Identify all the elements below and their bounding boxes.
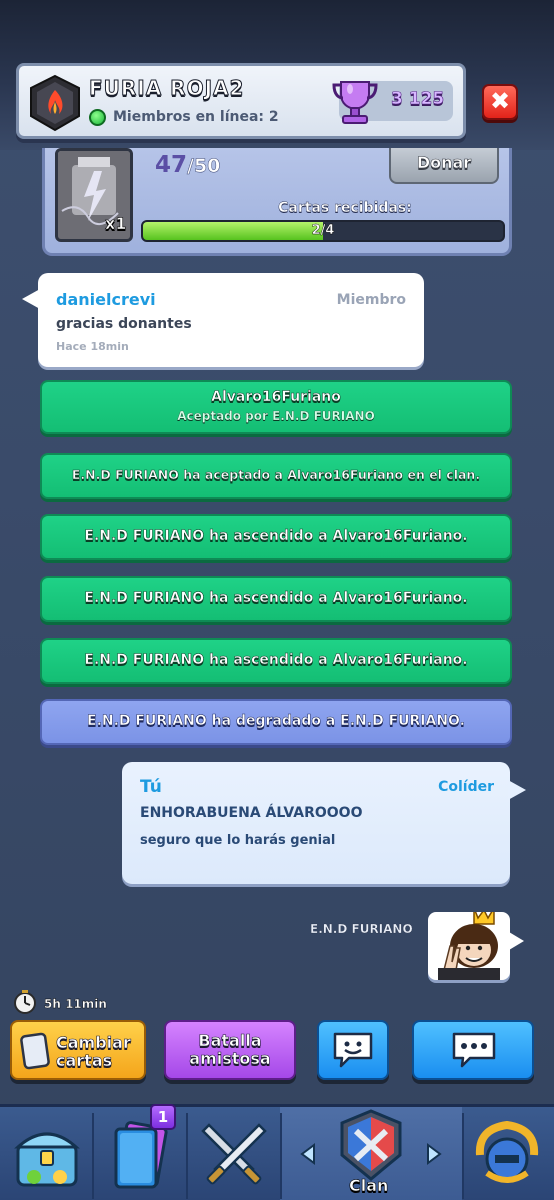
event-text: Alvaro16Furiano <box>211 389 341 406</box>
close-icon: ✖ <box>489 87 511 115</box>
event-banner: E.N.D FURIANO ha ascendido a Alvaro16Fur… <box>40 638 512 684</box>
event-banner: E.N.D FURIANO ha ascendido a Alvaro16Fur… <box>40 514 512 560</box>
progress-text: 2/4 <box>311 223 335 238</box>
king-peace-emote-icon <box>438 905 500 980</box>
event-banner: E.N.D FURIANO ha ascendido a Alvaro16Fur… <box>40 576 512 622</box>
emote-sender[interactable]: E.N.D FURIANO <box>310 922 413 936</box>
message-text-line-2: seguro que lo harás genial <box>140 833 336 848</box>
event-text: E.N.D FURIANO ha ascendido a Alvaro16Fur… <box>84 652 468 669</box>
crossed-swords-icon <box>201 1123 267 1185</box>
donation-request-card: x1 47/50 Donar Cartas recibidas: 2/4 <box>42 148 512 256</box>
friendly-battle-label-1: Batalla <box>198 1031 262 1050</box>
nav-tab-events[interactable] <box>464 1107 554 1200</box>
clan-shield-icon <box>340 1109 402 1181</box>
cards-notification-badge: 1 <box>150 1104 176 1130</box>
event-text: E.N.D FURIANO ha ascendido a Alvaro16Fur… <box>84 528 468 545</box>
donate-button[interactable]: Donar <box>389 148 499 184</box>
event-subtext: Aceptado por E.N.D FURIANO <box>177 409 375 423</box>
timer-icon <box>14 990 36 1014</box>
message-role: Colíder <box>438 779 494 795</box>
message-text-line-1: ENHORABUENA ÁLVAROOOO <box>140 805 363 821</box>
event-text: E.N.D FURIANO ha aceptado a Alvaro16Furi… <box>71 467 481 483</box>
clan-header: FURIA ROJA2 Miembros en línea: 2 3 125 <box>16 63 466 139</box>
trade-cards-button[interactable]: Cambiar cartas <box>10 1020 146 1080</box>
requested-count: 47/50 <box>155 152 221 178</box>
emote-button[interactable] <box>317 1020 389 1080</box>
clan-trophies: 3 125 <box>391 89 445 110</box>
message-author: Tú <box>140 777 162 797</box>
event-text: E.N.D FURIANO ha ascendido a Alvaro16Fur… <box>84 590 468 607</box>
trade-cards-label-2: cartas <box>56 1051 113 1070</box>
online-status-icon <box>89 109 106 126</box>
arrow-left-icon <box>300 1143 315 1165</box>
cards-deck-icon <box>114 1121 168 1189</box>
chat-button[interactable] <box>412 1020 534 1080</box>
cards-received-label: Cartas recibidas: <box>278 200 412 216</box>
requested-total: /50 <box>187 155 221 178</box>
trophy-icon <box>332 81 378 124</box>
event-banner: Alvaro16Furiano Aceptado por E.N.D FURIA… <box>40 380 512 434</box>
friendly-battle-button[interactable]: Batalla amistosa <box>164 1020 296 1080</box>
card-count: x1 <box>105 214 127 234</box>
friendly-battle-label-2: amistosa <box>189 1049 271 1068</box>
laurel-helmet-icon <box>475 1120 539 1183</box>
nav-tab-shop[interactable] <box>0 1107 92 1200</box>
clan-badge-icon <box>30 74 80 132</box>
trade-cards-label-1: Cambiar <box>56 1033 131 1052</box>
shop-chest-icon <box>14 1132 80 1187</box>
online-members: Miembros en línea: 2 <box>113 109 279 125</box>
own-chat-message[interactable]: Tú Colíder ENHORABUENA ÁLVAROOOO seguro … <box>122 762 526 884</box>
event-banner-demotion: E.N.D FURIANO ha degradado a E.N.D FURIA… <box>40 699 512 745</box>
event-text: E.N.D FURIANO ha degradado a E.N.D FURIA… <box>87 713 465 730</box>
emote-face-icon <box>333 1032 373 1068</box>
nav-active-label: Clan <box>349 1176 389 1196</box>
close-button[interactable]: ✖ <box>482 84 518 120</box>
emote-message <box>428 905 524 980</box>
cards-received-progress: 2/4 <box>141 220 505 242</box>
message-role: Miembro <box>336 292 406 308</box>
arrow-right-icon <box>427 1143 442 1165</box>
message-text: gracias donantes <box>56 316 192 332</box>
trade-timer: 5h 11min <box>44 997 107 1011</box>
clan-name: FURIA ROJA2 <box>88 76 245 101</box>
card-icon <box>20 1032 50 1070</box>
bottom-navigation <box>0 1104 554 1200</box>
message-author[interactable]: danielcrevi <box>56 290 156 309</box>
message-time: Hace 18min <box>56 340 129 353</box>
nav-tab-battle[interactable] <box>188 1107 280 1200</box>
event-banner: E.N.D FURIANO ha aceptado a Alvaro16Furi… <box>40 453 512 499</box>
chat-message[interactable]: danielcrevi Miembro gracias donantes Hac… <box>22 273 424 367</box>
chat-bubble-icon <box>452 1032 496 1068</box>
requested-current: 47 <box>155 152 188 178</box>
